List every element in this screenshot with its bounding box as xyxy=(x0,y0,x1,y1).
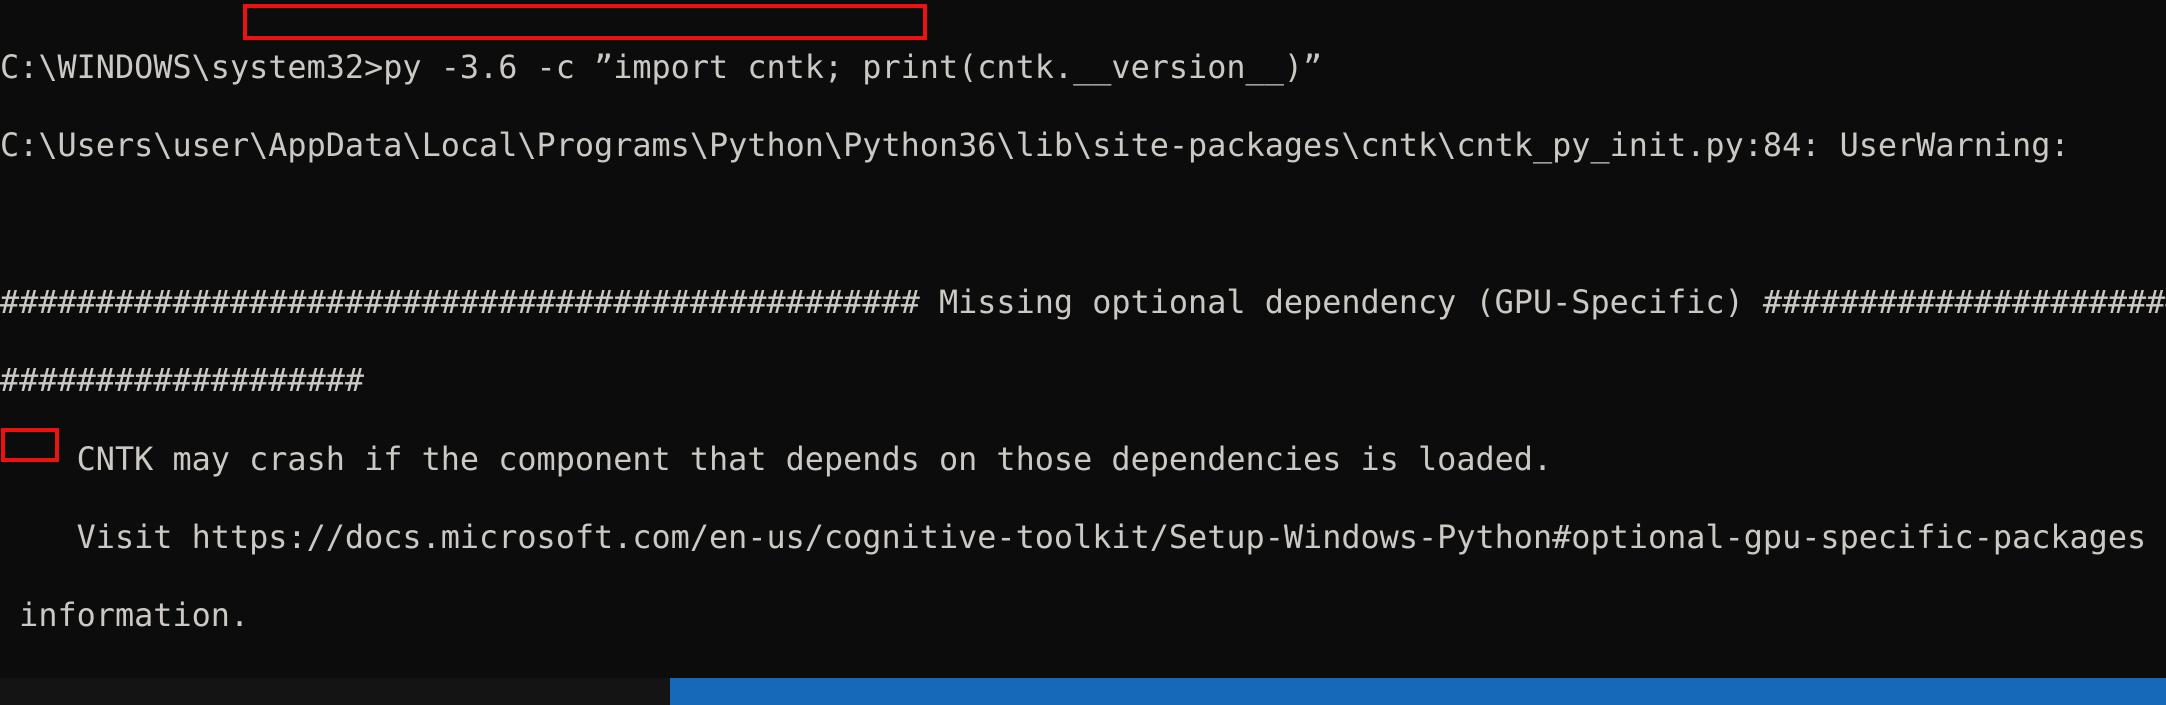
console-line: ########################################… xyxy=(0,283,2166,322)
taskbar[interactable] xyxy=(0,678,2166,705)
console-line: information. xyxy=(0,596,250,635)
console-line: ################### xyxy=(0,361,365,400)
console-lines: C:\WINDOWS\system32>py -3.6 -c ”import c… xyxy=(0,2,2166,678)
console-window[interactable]: C:\WINDOWS\system32>py -3.6 -c ”import c… xyxy=(0,0,2166,678)
console-line: C:\WINDOWS\system32>py -3.6 -c ”import c… xyxy=(0,48,1323,87)
taskbar-right-region[interactable] xyxy=(670,678,2166,705)
console-line: CNTK may crash if the component that dep… xyxy=(0,439,1553,478)
console-line: C:\Users\user\AppData\Local\Programs\Pyt… xyxy=(0,126,2070,165)
console-line: Visit https://docs.microsoft.com/en-us/c… xyxy=(0,517,2166,556)
taskbar-left-region[interactable] xyxy=(0,678,670,705)
console-line-blank xyxy=(0,211,2166,237)
console-text-area[interactable]: C:\WINDOWS\system32>py -3.6 -c ”import c… xyxy=(0,0,2166,678)
